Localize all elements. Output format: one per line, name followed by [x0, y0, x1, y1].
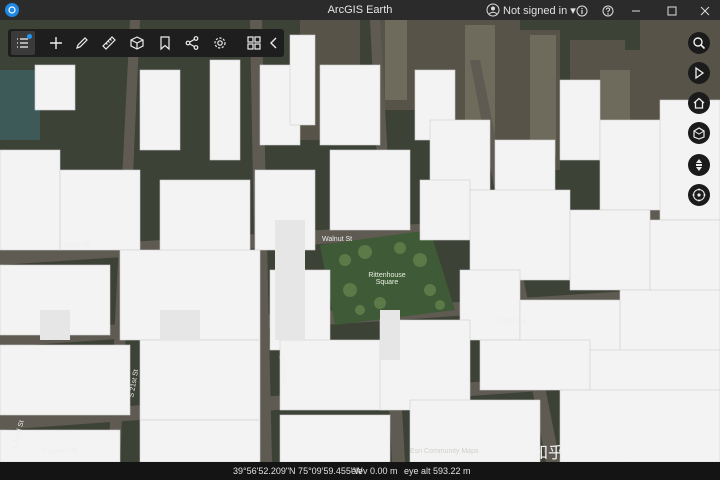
add-icon — [50, 37, 62, 49]
3d-map-view[interactable]: Walnut St Rittenhouse Square S 20th St S… — [0, 20, 720, 462]
user-icon[interactable] — [486, 3, 500, 17]
search-button[interactable] — [688, 32, 710, 54]
draw-button[interactable] — [70, 31, 94, 55]
home-icon — [693, 97, 705, 109]
street-label-delancey: Delancey — [498, 318, 528, 325]
elevation-readout: elev 0.00 m — [351, 466, 398, 476]
map-attribution: Esri Community Maps — [410, 448, 479, 455]
analysis-icon — [130, 36, 144, 50]
city-scene — [0, 20, 720, 462]
grid-icon — [247, 36, 261, 50]
measure-button[interactable] — [97, 31, 121, 55]
cursor-coordinates: 39°56'52.209"N 75°09'59.455"W — [233, 466, 363, 476]
park-label: Rittenhouse Square — [368, 272, 406, 286]
sign-in-menu[interactable]: Not signed in ▾ — [503, 4, 576, 17]
search-icon — [693, 37, 706, 50]
share-icon — [185, 36, 199, 50]
main-toolbar — [8, 29, 284, 57]
settings-icon — [214, 37, 226, 49]
share-button[interactable] — [180, 31, 204, 55]
street-label-walnut: Walnut St — [322, 236, 353, 243]
close-button[interactable] — [692, 2, 718, 18]
layers-button[interactable] — [11, 31, 35, 55]
maximize-button[interactable] — [659, 2, 685, 18]
navigation-mode-icon — [696, 159, 702, 171]
basemap-button[interactable] — [688, 122, 710, 144]
compass-button[interactable] — [688, 184, 710, 206]
street-label-locust: Locust St — [60, 242, 90, 249]
info-button[interactable] — [569, 2, 595, 18]
help-button[interactable] — [595, 2, 621, 18]
watermark: 知乎 @水经注GIS — [532, 445, 661, 462]
measure-icon — [102, 36, 116, 50]
settings-button[interactable] — [208, 31, 232, 55]
status-bar: 39°56'52.209"N 75°09'59.455"W elev 0.00 … — [0, 462, 720, 480]
analysis-button[interactable] — [125, 31, 149, 55]
eye-altitude-readout: eye alt 593.22 m — [404, 466, 471, 476]
basemap-icon — [693, 127, 705, 140]
sign-in-label: Not signed in — [503, 5, 568, 17]
bookmark-button[interactable] — [153, 31, 177, 55]
play-tour-button[interactable] — [688, 62, 710, 84]
navigation-mode-button[interactable] — [688, 154, 710, 176]
collapse-toolbar-button[interactable] — [263, 31, 283, 55]
draw-icon — [76, 37, 88, 49]
street-label-cypress: Cypress St — [43, 448, 78, 455]
home-button[interactable] — [688, 92, 710, 114]
bookmark-icon — [160, 36, 170, 51]
collapse-icon — [270, 37, 277, 49]
minimize-button[interactable] — [623, 2, 649, 18]
compass-icon — [692, 188, 706, 202]
title-bar: ArcGIS Earth Not signed in ▾ — [0, 0, 720, 20]
notification-dot — [27, 34, 32, 39]
add-button[interactable] — [44, 31, 68, 55]
play-tour-icon — [695, 66, 705, 80]
